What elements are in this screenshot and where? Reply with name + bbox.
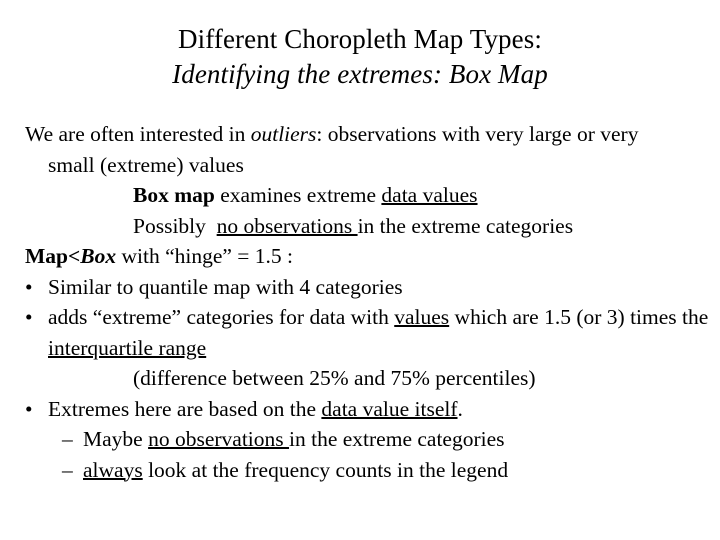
- body-line-possibly: Possibly no observations in the extreme …: [0, 211, 720, 242]
- paragraph-outliers-emphasis: outliers: [250, 122, 317, 146]
- bullet-marker-icon: •: [25, 274, 33, 299]
- possibly-seg3: in the extreme categories: [357, 213, 574, 238]
- paragraph-outliers-wrap: small (extreme) values: [48, 152, 244, 177]
- subbullet2-always: always: [83, 457, 143, 482]
- body-line-box-map: Box map examines extreme data values: [0, 180, 720, 211]
- subbullet1-seg3: in the extreme categories: [289, 427, 505, 451]
- bullet-extremes-text: Extremes here are based on the data valu…: [48, 394, 720, 425]
- bullet-item-quantile: • Similar to quantile map with 4 categor…: [0, 272, 720, 303]
- map-box-term: Box: [80, 244, 117, 268]
- sub-bullet-maybe-text: Maybe no observations in the extreme cat…: [83, 424, 720, 455]
- slide-body: We are often interested in outliers: obs…: [0, 119, 720, 485]
- bullet2-interquartile-range: interquartile range: [48, 335, 207, 360]
- bullet-item-extremes-based-on: • Extremes here are based on the data va…: [0, 394, 720, 425]
- bullet-quantile-text: Similar to quantile map with 4 categorie…: [48, 274, 403, 299]
- sub-bullet-item-always-legend: – always look at the frequency counts in…: [0, 455, 720, 486]
- sub-bullet-always-text: always look at the frequency counts in t…: [83, 455, 720, 486]
- subbullet2-seg2: look at the frequency counts in the lege…: [142, 457, 509, 482]
- box-map-seg2: examines extreme: [214, 183, 382, 207]
- possibly-seg1: Possibly: [133, 213, 217, 238]
- paragraph-outliers-seg3: : observations with very large or very: [316, 122, 639, 146]
- sub-bullet-item-maybe-no-observations: – Maybe no observations in the extreme c…: [0, 424, 720, 455]
- bullet3-period: .: [457, 396, 463, 421]
- bullet-marker-icon: •: [25, 396, 33, 421]
- bullet-marker-icon: •: [25, 305, 33, 329]
- dash-marker-icon: –: [62, 457, 73, 482]
- subbullet1-no-observations: no observations: [148, 427, 290, 451]
- paragraph-outliers-seg1: We are often interested in: [25, 122, 251, 146]
- map-box-seg1: Map<: [25, 244, 81, 268]
- difference-text: (difference between 25% and 75% percenti…: [133, 366, 536, 390]
- bullet3-data-value-itself: data value itself: [321, 396, 458, 421]
- bullet-item-extreme-categories: • adds “extreme” categories for data wit…: [0, 302, 720, 363]
- bullet-extreme-text: adds “extreme” categories for data with …: [48, 302, 720, 363]
- box-map-data-values: data values: [381, 183, 478, 207]
- body-paragraph-outliers: We are often interested in outliers: obs…: [0, 119, 720, 180]
- body-line-difference: (difference between 25% and 75% percenti…: [0, 363, 720, 394]
- bullet2-seg3: which are 1.5 (or 3) times the: [449, 305, 709, 329]
- bullet3-seg1: Extremes here are based on the: [48, 396, 322, 421]
- subbullet1-seg1: Maybe: [83, 427, 149, 451]
- map-box-hinge: with “hinge” = 1.5 :: [116, 244, 294, 268]
- slide-canvas: Different Choropleth Map Types: Identify…: [0, 0, 720, 540]
- body-line-map-less-than-box: Map<Box with “hinge” = 1.5 :: [0, 241, 720, 272]
- title-line-primary: Different Choropleth Map Types:: [178, 24, 542, 54]
- slide-title: Different Choropleth Map Types: Identify…: [0, 22, 720, 92]
- bullet2-values: values: [394, 305, 450, 329]
- box-map-term: Box map: [133, 183, 215, 207]
- possibly-no-observations: no observations: [216, 213, 358, 238]
- dash-marker-icon: –: [62, 427, 73, 451]
- title-line-subtitle: Identifying the extremes: Box Map: [172, 59, 548, 89]
- bullet2-seg1: adds “extreme” categories for data with: [48, 305, 395, 329]
